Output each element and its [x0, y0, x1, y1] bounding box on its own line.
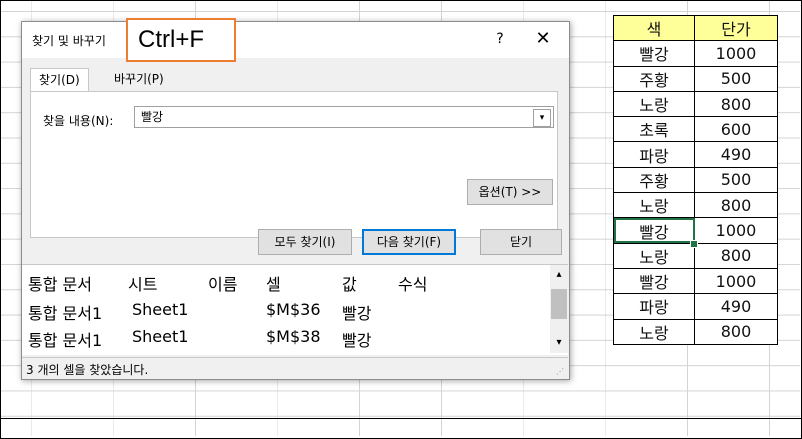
results-header-value[interactable]: 값	[342, 271, 357, 295]
result-sheet[interactable]: Sheet1	[132, 327, 188, 346]
sheet-cell[interactable]: 600	[694, 116, 778, 143]
results-header-cell[interactable]: 셀	[266, 271, 281, 295]
sheet-row: 파랑 490	[613, 141, 778, 168]
result-sheet[interactable]: Sheet1	[132, 300, 188, 319]
dialog-titlebar[interactable]: 찾기 및 바꾸기 ? ✕	[22, 22, 569, 58]
sheet-row: 노랑 800	[613, 192, 778, 219]
chevron-down-icon[interactable]: ▾	[550, 337, 568, 351]
sheet-cell[interactable]: 800	[694, 242, 778, 269]
find-panel: 찾을 내용(N): 빨강 ▾	[30, 91, 558, 238]
sheet-cell[interactable]: 1000	[694, 40, 778, 67]
sheet-header-row: 색 단가	[613, 14, 778, 42]
results-header-formula[interactable]: 수식	[398, 271, 427, 295]
find-what-label: 찾을 내용(N):	[43, 114, 114, 128]
find-what-value: 빨강	[141, 110, 164, 124]
close-icon[interactable]: ✕	[532, 28, 554, 50]
sheet-cell[interactable]: 노랑	[613, 318, 695, 345]
sheet-row: 주황 500	[613, 166, 778, 194]
sheet-cell[interactable]: 노랑	[613, 192, 695, 219]
sheet-cell[interactable]: 빨강	[613, 40, 695, 67]
find-what-input[interactable]: 빨강 ▾	[134, 106, 554, 128]
sheet-cell[interactable]: 파랑	[613, 293, 695, 320]
sheet-row: 빨강 1000	[613, 40, 778, 67]
find-next-button[interactable]: 다음 찾기(F)	[362, 229, 456, 255]
find-all-button[interactable]: 모두 찾기(I)	[258, 229, 352, 255]
results-list: 통합 문서 시트 이름 셀 값 수식 통합 문서1 Sheet1 $M$36 빨…	[22, 264, 568, 355]
sheet-cell[interactable]: 주황	[613, 166, 695, 194]
sheet-cell[interactable]: 1000	[694, 217, 778, 244]
results-header-workbook[interactable]: 통합 문서	[28, 271, 92, 295]
sheet-row: 초록 600	[613, 116, 778, 143]
result-value[interactable]: 빨강	[342, 327, 371, 351]
sheet-table: 색 단가 빨강 1000 주황 500 노랑 800 초록 600 파랑 490 주황 50…	[613, 14, 778, 345]
sheet-cell[interactable]: 800	[694, 192, 778, 219]
result-workbook[interactable]: 통합 문서1	[28, 327, 102, 351]
sheet-cell[interactable]: 빨강	[613, 267, 695, 295]
sheet-cell[interactable]: 주황	[613, 65, 695, 92]
sheet-cell[interactable]: 초록	[613, 116, 695, 143]
sheet-row: 노랑 800	[613, 318, 778, 345]
sheet-cell[interactable]: 1000	[694, 267, 778, 295]
scroll-thumb[interactable]	[551, 289, 567, 319]
options-button[interactable]: 옵션(T) >>	[467, 179, 553, 205]
help-button[interactable]: ?	[490, 28, 510, 50]
chevron-up-icon[interactable]: ▴	[550, 269, 568, 283]
status-bar: 3 개의 셀을 찾았습니다. ⋰	[22, 357, 568, 379]
sheet-cell[interactable]: 800	[694, 318, 778, 345]
status-text: 3 개의 셀을 찾았습니다.	[26, 363, 149, 377]
chevron-down-icon[interactable]: ▾	[533, 109, 551, 127]
fill-handle[interactable]	[690, 240, 698, 248]
sheet-cell[interactable]: 노랑	[613, 90, 695, 118]
sheet-active-cell[interactable]: 빨강	[613, 217, 695, 244]
sheet-row: 노랑 800	[613, 90, 778, 118]
sheet-cell[interactable]: 490	[694, 141, 778, 168]
sheet-cell[interactable]: 노랑	[613, 242, 695, 269]
sheet-row: 주황 500	[613, 65, 778, 92]
sheet-header-color[interactable]: 색	[613, 14, 695, 42]
sheet-row: 파랑 490	[613, 293, 778, 320]
tab-find[interactable]: 찾기(D)	[30, 68, 89, 93]
find-replace-dialog: 찾기 및 바꾸기 ? ✕ 찾기(D) 바꾸기(P) 찾을 내용(N): 빨강 ▾…	[21, 21, 570, 380]
results-header-name[interactable]: 이름	[208, 271, 237, 295]
tab-replace[interactable]: 바꾸기(P)	[106, 68, 172, 90]
results-scrollbar[interactable]: ▴ ▾	[550, 265, 568, 353]
sheet-cell[interactable]: 800	[694, 90, 778, 118]
sheet-cell[interactable]: 500	[694, 166, 778, 194]
sheet-header-price[interactable]: 단가	[694, 14, 778, 42]
results-header-sheet[interactable]: 시트	[128, 271, 157, 295]
close-button[interactable]: 닫기	[480, 229, 562, 255]
sheet-row: 빨강 1000	[613, 267, 778, 295]
result-cell[interactable]: $M$36	[266, 300, 321, 319]
shortcut-callout: Ctrl+F	[126, 18, 236, 62]
sheet-cell[interactable]: 490	[694, 293, 778, 320]
result-workbook[interactable]: 통합 문서1	[28, 300, 102, 324]
dialog-title: 찾기 및 바꾸기	[32, 34, 106, 48]
sheet-cell[interactable]: 파랑	[613, 141, 695, 168]
resize-grip-icon[interactable]: ⋰	[556, 367, 566, 377]
grid-bottom-line	[0, 418, 802, 419]
sheet-cell[interactable]: 500	[694, 65, 778, 92]
result-value[interactable]: 빨강	[342, 300, 371, 324]
result-cell[interactable]: $M$38	[266, 327, 321, 346]
